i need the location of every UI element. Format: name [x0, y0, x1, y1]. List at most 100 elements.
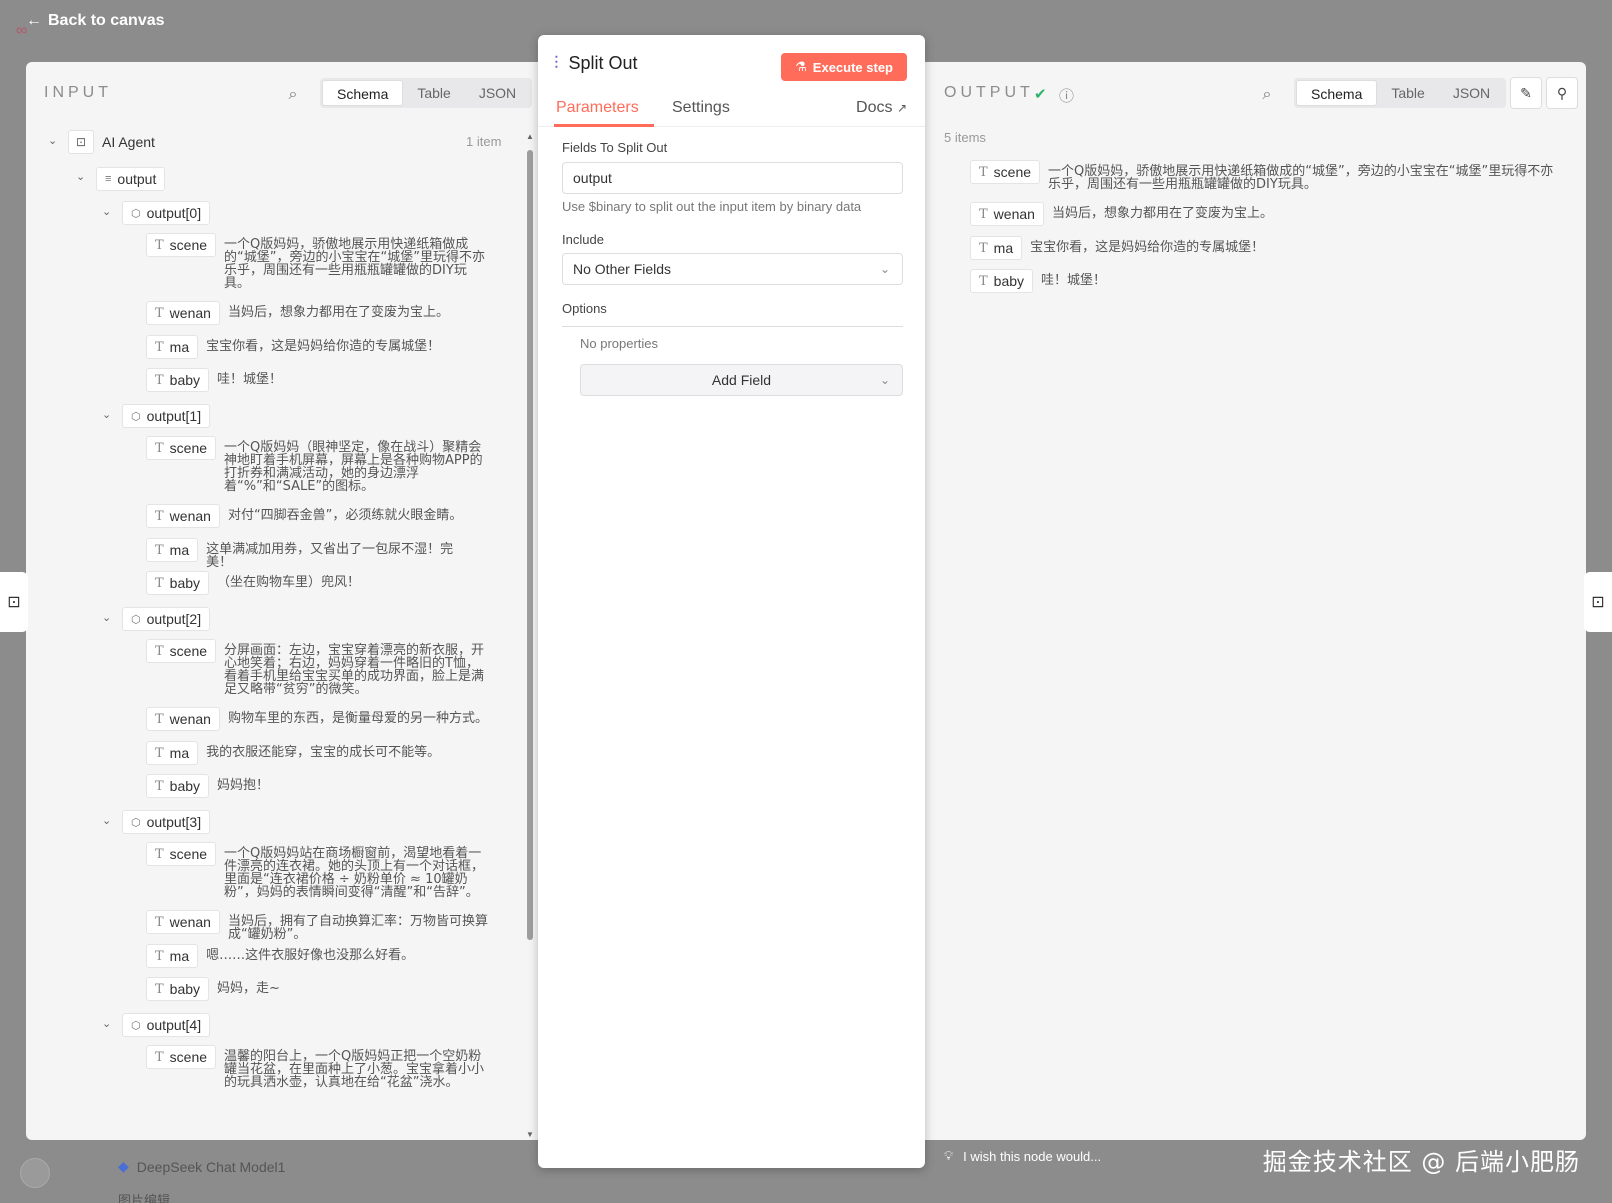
field-key: wenan	[169, 508, 211, 524]
chevron-down-icon[interactable]: ⌄	[102, 814, 114, 827]
add-field-button[interactable]: Add Field ⌄	[580, 364, 903, 396]
execute-step-button[interactable]: ⚗ Execute step	[781, 53, 907, 81]
output-panel: OUTPUT ✔ ⓘ 5 items ⌕ Schema Table JSON ✎…	[924, 62, 1586, 1140]
tab-table[interactable]: Table	[403, 80, 464, 106]
field-value: （坐在购物车里）兜风！	[217, 575, 361, 590]
schema-field-row[interactable]: Tscene 温馨的阳台上，一个Q版妈妈正把一个空奶粉罐当花盆，在里面种上了小葱。…	[146, 1045, 486, 1089]
schema-field-row[interactable]: Tscene 分屏画面：左边，宝宝穿着漂亮的新衣服，开心地笑着；右边，妈妈穿着一件…	[146, 639, 486, 696]
fields-to-split-input[interactable]: output	[562, 162, 903, 194]
feedback-link[interactable]: 💡︎ I wish this node would...	[944, 1148, 1101, 1164]
tree-field-output[interactable]: ≡ output	[96, 167, 166, 191]
tree-root[interactable]: ⊡ AI Agent	[68, 130, 155, 154]
scroll-thumb[interactable]	[527, 150, 533, 940]
pin-icon: ⚲	[1556, 84, 1568, 101]
field-key: wenan	[169, 305, 211, 321]
output-view-tabs: Schema Table JSON	[1294, 78, 1507, 108]
tab-parameters[interactable]: Parameters	[556, 99, 639, 117]
tree-root-label: AI Agent	[102, 134, 155, 150]
scroll-down-icon[interactable]: ▼	[526, 1130, 534, 1139]
background-node-edit: 图片编辑	[118, 1193, 171, 1203]
field-key: wenan	[169, 914, 211, 930]
schema-field-row[interactable]: Twenan 当妈后，拥有了自动换算汇率：万物皆可换算成“罐奶粉”。	[146, 910, 490, 941]
text-type-icon: T	[155, 440, 164, 456]
robot-icon: ⊡	[1591, 594, 1605, 611]
field-value: 购物车里的东西，是衡量母爱的另一种方式。	[227, 711, 488, 726]
group-label: output[1]	[146, 408, 202, 424]
docs-link[interactable]: Docs ↗	[856, 99, 907, 117]
field-key: wenan	[169, 711, 211, 727]
right-robot-handle[interactable]: ⊡	[1584, 572, 1612, 632]
schema-field-row[interactable]: Tscene 一个Q版妈妈站在商场橱窗前，渴望地看着一件漂亮的连衣裙。她的头顶上有…	[146, 842, 486, 899]
chevron-down-icon[interactable]: ⌄	[102, 408, 114, 421]
cube-icon: ⬡	[131, 1019, 141, 1032]
split-out-panel: ⫶ Split Out ⚗ Execute step Parameters Se…	[538, 35, 925, 1168]
robot-icon: ⊡	[7, 594, 21, 611]
schema-field-row[interactable]: Tma 嗯……这件衣服好像也没那么好看。	[146, 944, 468, 968]
output-field-row[interactable]: Tscene 一个Q版妈妈，骄傲地展示用快递纸箱做成的“城堡”，旁边的小宝宝在“城…	[970, 160, 1558, 191]
tab-schema[interactable]: Schema	[1296, 80, 1378, 106]
search-icon[interactable]: ⌕	[1258, 86, 1276, 104]
text-type-icon: T	[979, 240, 988, 256]
robot-icon: ⊡	[68, 130, 94, 154]
docs-label: Docs	[856, 99, 893, 116]
back-to-canvas-link[interactable]: ← Back to canvas	[26, 12, 165, 30]
text-type-icon: T	[979, 273, 988, 289]
schema-field-row[interactable]: Tbaby 妈妈抱！	[146, 774, 479, 798]
tree-group[interactable]: ⬡ output[0]	[122, 201, 211, 225]
edit-output-button[interactable]: ✎	[1510, 77, 1542, 109]
input-scrollbar[interactable]: ▲ ▼	[526, 132, 534, 1139]
field-value: 宝宝你看，这是妈妈给你造的专属城堡！	[206, 339, 441, 354]
tree-group[interactable]: ⬡ output[1]	[122, 404, 211, 428]
tab-schema[interactable]: Schema	[322, 80, 404, 106]
schema-field-row[interactable]: Tbaby 哇！城堡！	[146, 368, 479, 392]
schema-field-row[interactable]: Tscene 一个Q版妈妈，骄傲地展示用快递纸箱做成的“城堡”，旁边的小宝宝在“城…	[146, 233, 486, 290]
no-properties-text: No properties	[580, 336, 659, 351]
scroll-up-icon[interactable]: ▲	[526, 132, 534, 141]
chevron-down-icon[interactable]: ⌄	[48, 134, 60, 147]
fields-to-split-label: Fields To Split Out	[562, 140, 668, 155]
field-key: baby	[169, 778, 201, 794]
text-type-icon: T	[155, 948, 164, 964]
schema-field-row[interactable]: Twenan 购物车里的东西，是衡量母爱的另一种方式。	[146, 707, 490, 731]
schema-field-row[interactable]: Tma 宝宝你看，这是妈妈给你造的专属城堡！	[146, 335, 468, 359]
tab-table[interactable]: Table	[1377, 80, 1438, 106]
schema-field-row[interactable]: Tma 这单满减加用券，又省出了一包尿不湿！完美！	[146, 538, 468, 569]
tab-settings[interactable]: Settings	[672, 99, 730, 117]
output-field-row[interactable]: Tma 宝宝你看，这是妈妈给你造的专属城堡！	[970, 236, 1540, 260]
output-field-row[interactable]: Twenan 当妈后，想象力都用在了变废为宝上。	[970, 202, 1562, 226]
info-icon[interactable]: ⓘ	[1059, 85, 1074, 106]
group-label: output[3]	[146, 814, 202, 830]
watermark: 掘金技术社区 @ 后端小肥肠	[1262, 1148, 1580, 1176]
field-value: 对付“四脚吞金兽”，必须练就火眼金睛。	[227, 508, 463, 523]
field-key: ma	[169, 542, 190, 558]
schema-field-row[interactable]: Tscene 一个Q版妈妈（眼神坚定，像在战斗）聚精会神地盯着手机屏幕，屏幕上是各…	[146, 436, 486, 493]
pin-data-button[interactable]: ⚲	[1546, 77, 1578, 109]
include-select[interactable]: No Other Fields ⌄	[562, 253, 903, 285]
text-type-icon: T	[155, 339, 164, 355]
schema-field-row[interactable]: Twenan 对付“四脚吞金兽”，必须练就火眼金睛。	[146, 504, 490, 528]
options-label: Options	[562, 301, 607, 316]
schema-field-row[interactable]: Twenan 当妈后，想象力都用在了变废为宝上。	[146, 301, 490, 325]
left-robot-handle[interactable]: ⊡	[0, 572, 28, 632]
schema-field-row[interactable]: Tbaby 妈妈，走~	[146, 977, 479, 1001]
schema-field-row[interactable]: Tbaby （坐在购物车里）兜风！	[146, 571, 479, 595]
text-type-icon: T	[979, 164, 988, 180]
chevron-down-icon[interactable]: ⌄	[76, 170, 88, 183]
schema-field-row[interactable]: Tma 我的衣服还能穿，宝宝的成长可不能等。	[146, 741, 468, 765]
text-type-icon: T	[155, 237, 164, 253]
tree-group[interactable]: ⬡ output[3]	[122, 810, 211, 834]
chevron-down-icon[interactable]: ⌄	[102, 611, 114, 624]
tab-json[interactable]: JSON	[465, 80, 530, 106]
tree-group[interactable]: ⬡ output[4]	[122, 1013, 211, 1037]
tab-json[interactable]: JSON	[1439, 80, 1504, 106]
output-field-row[interactable]: Tbaby 哇！城堡！	[970, 269, 1551, 293]
tree-group[interactable]: ⬡ output[2]	[122, 607, 211, 631]
input-view-tabs: Schema Table JSON	[320, 78, 533, 108]
chevron-down-icon[interactable]: ⌄	[102, 1017, 114, 1030]
chevron-down-icon[interactable]: ⌄	[102, 205, 114, 218]
split-out-icon: ⫶	[554, 53, 559, 73]
search-icon[interactable]: ⌕	[284, 86, 302, 104]
lightbulb-icon: 💡︎	[944, 1148, 954, 1163]
input-item-count: 1 item	[466, 134, 502, 149]
text-type-icon: T	[155, 914, 164, 930]
